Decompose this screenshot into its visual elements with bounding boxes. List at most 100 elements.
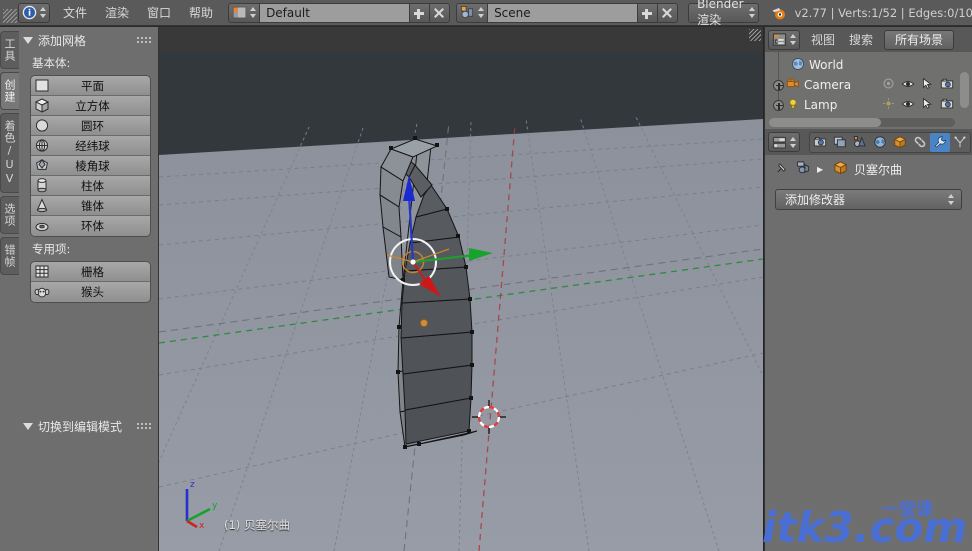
delete-scene-button[interactable] [658, 3, 678, 23]
panel-grip-icon [137, 36, 151, 44]
properties-tab-row [809, 132, 971, 153]
add-ico-sphere-button[interactable]: 棱角球 [31, 156, 150, 176]
outliner-tree[interactable]: World Camera [765, 52, 972, 129]
outliner-horizontal-scrollbar[interactable] [769, 118, 955, 127]
add-uv-sphere-button[interactable]: 经纬球 [31, 136, 150, 156]
lamp-icon [786, 97, 800, 114]
screen-layout-group: Default [228, 3, 450, 23]
outliner-row-camera[interactable]: Camera [765, 75, 972, 95]
camera-data-icon[interactable] [882, 77, 895, 93]
scene-name-input[interactable]: Scene [488, 3, 638, 23]
panel-add-mesh-title: 添加网格 [38, 32, 86, 49]
render-camera-icon[interactable] [940, 97, 954, 114]
add-plane-label: 平面 [51, 78, 150, 94]
viewport-corner-widget[interactable] [749, 29, 761, 41]
render-tab[interactable] [810, 133, 830, 152]
object-data-icon[interactable] [796, 160, 811, 179]
header-corner-widget[interactable] [2, 1, 18, 25]
render-engine-selector[interactable]: Blender 渲染 [688, 3, 759, 23]
add-plane-button[interactable]: 平面 [31, 76, 150, 96]
plane-icon [33, 77, 51, 94]
panel-edit-mode-header[interactable]: 切换到编辑模式 [20, 415, 159, 437]
particles-tab[interactable] [950, 133, 970, 152]
add-circle-label: 圆环 [51, 118, 150, 134]
eye-icon[interactable] [901, 77, 915, 94]
add-torus-button[interactable]: 环体 [31, 216, 150, 236]
render-layers-tab[interactable] [830, 133, 850, 152]
menu-render[interactable]: 渲染 [96, 0, 138, 26]
outliner-menu-view[interactable]: 视图 [804, 30, 842, 50]
add-modifier-label: 添加修改器 [785, 191, 845, 208]
outliner-display-mode[interactable]: 所有场景 [884, 30, 954, 50]
add-scene-button[interactable] [638, 3, 658, 23]
axis-gizmo: z y x [177, 477, 227, 529]
outliner-row-lamp[interactable]: Lamp [765, 95, 972, 115]
eye-icon[interactable] [901, 97, 915, 114]
grid-icon [33, 263, 51, 280]
panel-add-mesh-header[interactable]: 添加网格 [20, 29, 159, 51]
object-tab[interactable] [890, 133, 910, 152]
render-engine-chevrons [748, 5, 753, 20]
add-cylinder-button[interactable]: 柱体 [31, 176, 150, 196]
tab-shading-uv[interactable]: 着色/UV [0, 113, 19, 193]
pin-icon[interactable] [775, 160, 790, 179]
scene-tab[interactable] [850, 133, 870, 152]
tab-create[interactable]: 创建 [0, 72, 19, 110]
render-camera-icon[interactable] [940, 77, 954, 94]
expand-toggle-icon[interactable] [773, 100, 784, 111]
outliner-row-label: Lamp [804, 98, 837, 112]
tab-options[interactable]: 选项 [0, 196, 19, 234]
viewport-3d[interactable]: 用户视图 (透视) z y x (1) 贝塞尔曲 [159, 27, 763, 551]
editor-type-selector[interactable] [18, 3, 50, 23]
scene-icon-button[interactable] [456, 3, 488, 23]
cursor-icon[interactable] [921, 97, 934, 113]
cursor-icon[interactable] [921, 77, 934, 93]
delete-screen-layout-button[interactable] [430, 3, 450, 23]
outliner-row-toggles [876, 97, 972, 114]
outliner-row-toggles [876, 77, 972, 94]
svg-text:x: x [199, 521, 205, 529]
properties-editor-type-selector[interactable] [768, 132, 800, 152]
outliner-header: 视图 搜索 所有场景 [765, 27, 972, 52]
menu-window[interactable]: 窗口 [138, 0, 180, 26]
outliner-menu-search[interactable]: 搜索 [842, 30, 880, 50]
breadcrumb-object-name: 贝塞尔曲 [854, 161, 902, 178]
add-monkey-button[interactable]: 猴头 [31, 282, 150, 302]
screen-layout-input[interactable]: Default [260, 3, 410, 23]
torus-icon [33, 218, 51, 235]
primitives-label: 基本体: [20, 51, 159, 75]
tab-grease-pencil[interactable]: 错帧 [0, 237, 19, 275]
add-cube-button[interactable]: 立方体 [31, 96, 150, 116]
add-grid-label: 栅格 [51, 264, 150, 280]
add-uv-sphere-label: 经纬球 [51, 138, 150, 154]
circle-icon [33, 117, 51, 134]
tab-tools[interactable]: 工具 [0, 31, 19, 69]
panel-edit-mode: 切换到编辑模式 [20, 415, 159, 437]
add-cone-button[interactable]: 锥体 [31, 196, 150, 216]
orange-cube-icon [833, 160, 848, 179]
add-modifier-dropdown[interactable]: 添加修改器 [775, 189, 962, 210]
properties-header [765, 129, 972, 155]
cone-icon [33, 197, 51, 214]
outliner-vertical-scrollbar[interactable] [960, 72, 969, 108]
add-screen-layout-button[interactable] [410, 3, 430, 23]
menu-file[interactable]: 文件 [54, 0, 96, 26]
world-icon [791, 57, 805, 74]
constraints-tab[interactable] [910, 133, 930, 152]
panel-grip-icon [137, 422, 151, 430]
outliner-row-world[interactable]: World [765, 55, 972, 75]
outliner-row-label: World [809, 58, 843, 72]
menu-help[interactable]: 帮助 [180, 0, 222, 26]
expand-toggle-icon[interactable] [773, 80, 784, 91]
status-text: v2.77 | Verts:1/52 | Edges:0/100 | Faces… [795, 6, 972, 20]
modifiers-tab[interactable] [930, 133, 950, 152]
camera-icon [786, 77, 800, 94]
selected-vertex-marker [420, 319, 427, 326]
outliner-editor-type-selector[interactable] [768, 30, 800, 50]
world-tab[interactable] [870, 133, 890, 152]
add-ico-sphere-label: 棱角球 [51, 158, 150, 174]
add-grid-button[interactable]: 栅格 [31, 262, 150, 282]
screen-layout-icon-button[interactable] [228, 3, 260, 23]
add-circle-button[interactable]: 圆环 [31, 116, 150, 136]
lamp-data-icon[interactable] [882, 97, 895, 113]
